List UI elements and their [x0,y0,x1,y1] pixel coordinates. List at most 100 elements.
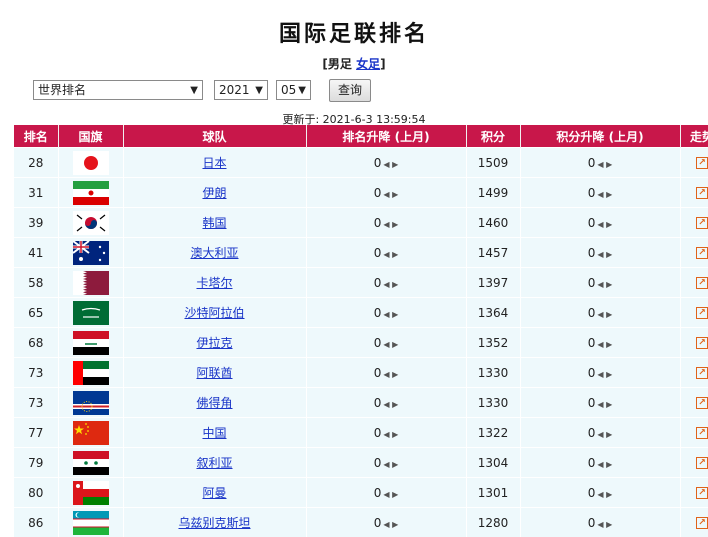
capeverde-flag-icon [73,391,109,415]
table-row: 65沙特阿拉伯0◀ ▶13640◀ ▶↗ [14,298,708,328]
header-points[interactable]: 积分 [466,125,520,148]
rank-cell: 79 [14,448,58,478]
points-cell: 1330 [466,388,520,418]
team-cell: 叙利亚 [123,448,306,478]
points-cell: 1509 [466,148,520,178]
ranking-type-select[interactable]: 世界排名 ▼ [33,80,203,100]
trend-chart-icon[interactable]: ↗ [696,367,708,379]
flag-cell [58,328,123,358]
year-value: 2021 [219,83,250,97]
header-rank-change[interactable]: 排名升降 (上月) [306,125,466,148]
rank-change-cell: 0◀ ▶ [306,178,466,208]
points-cell: 1352 [466,328,520,358]
header-trend: 走势 [680,125,708,148]
points-cell: 1460 [466,208,520,238]
change-arrows-icon: ◀ ▶ [597,190,612,199]
change-arrows-icon: ◀ ▶ [383,310,398,319]
query-button[interactable]: 查询 [329,79,371,102]
team-cell: 韩国 [123,208,306,238]
month-select[interactable]: 05 ▼ [276,80,311,100]
rank-change-cell: 0◀ ▶ [306,358,466,388]
year-select[interactable]: 2021 ▼ [214,80,268,100]
table-row: 31伊朗0◀ ▶14990◀ ▶↗ [14,178,708,208]
points-cell: 1301 [466,478,520,508]
rank-change-cell: 0◀ ▶ [306,298,466,328]
table-row: 28日本0◀ ▶15090◀ ▶↗ [14,148,708,178]
team-link[interactable]: 沙特阿拉伯 [184,306,244,320]
points-change-cell: 0◀ ▶ [520,328,680,358]
trend-chart-icon[interactable]: ↗ [696,247,708,259]
iran-flag-icon [73,181,109,205]
change-arrows-icon: ◀ ▶ [383,370,398,379]
header-rank[interactable]: 排名 [14,125,58,148]
points-change-value: 0 [588,426,596,440]
trend-chart-icon[interactable]: ↗ [696,487,708,499]
flag-cell [58,298,123,328]
team-link[interactable]: 伊朗 [202,186,226,200]
points-change-value: 0 [588,246,596,260]
points-change-cell: 0◀ ▶ [520,148,680,178]
dropdown-arrow-icon: ▼ [190,81,198,100]
team-link[interactable]: 伊拉克 [196,336,232,350]
trend-chart-icon[interactable]: ↗ [696,457,708,469]
rank-change-cell: 0◀ ▶ [306,448,466,478]
trend-cell: ↗ [680,328,708,358]
rank-change-value: 0 [374,186,382,200]
trend-cell: ↗ [680,418,708,448]
trend-cell: ↗ [680,388,708,418]
change-arrows-icon: ◀ ▶ [597,340,612,349]
flag-cell [58,448,123,478]
team-link[interactable]: 澳大利亚 [190,246,238,260]
table-row: 41澳大利亚0◀ ▶14570◀ ▶↗ [14,238,708,268]
team-link[interactable]: 乌兹别克斯坦 [178,516,250,530]
rank-cell: 73 [14,388,58,418]
trend-chart-icon[interactable]: ↗ [696,427,708,439]
points-cell: 1304 [466,448,520,478]
team-link[interactable]: 阿联酋 [196,366,232,380]
team-link[interactable]: 叙利亚 [196,456,232,470]
rank-change-value: 0 [374,486,382,500]
trend-chart-icon[interactable]: ↗ [696,397,708,409]
gender-male-label[interactable]: 男足 [328,57,352,71]
trend-chart-icon[interactable]: ↗ [696,157,708,169]
rank-cell: 31 [14,178,58,208]
trend-chart-icon[interactable]: ↗ [696,187,708,199]
flag-cell [58,148,123,178]
change-arrows-icon: ◀ ▶ [597,430,612,439]
change-arrows-icon: ◀ ▶ [383,340,398,349]
points-change-value: 0 [588,396,596,410]
points-change-cell: 0◀ ▶ [520,448,680,478]
table-row: 39韩国0◀ ▶14600◀ ▶↗ [14,208,708,238]
flag-cell [58,388,123,418]
points-cell: 1397 [466,268,520,298]
trend-chart-icon[interactable]: ↗ [696,277,708,289]
rank-cell: 58 [14,268,58,298]
team-link[interactable]: 卡塔尔 [196,276,232,290]
team-link[interactable]: 佛得角 [196,396,232,410]
trend-chart-icon[interactable]: ↗ [696,307,708,319]
change-arrows-icon: ◀ ▶ [383,490,398,499]
ranking-table: 排名 国旗 球队 排名升降 (上月) 积分 积分升降 (上月) 走势 28日本0… [14,125,708,537]
trend-chart-icon[interactable]: ↗ [696,517,708,529]
rank-cell: 73 [14,358,58,388]
change-arrows-icon: ◀ ▶ [383,520,398,529]
change-arrows-icon: ◀ ▶ [383,400,398,409]
oman-flag-icon [73,481,109,505]
trend-chart-icon[interactable]: ↗ [696,337,708,349]
trend-cell: ↗ [680,478,708,508]
points-change-value: 0 [588,516,596,530]
team-link[interactable]: 韩国 [202,216,226,230]
flag-cell [58,418,123,448]
team-link[interactable]: 阿曼 [202,486,226,500]
team-cell: 伊拉克 [123,328,306,358]
team-link[interactable]: 中国 [202,426,226,440]
trend-chart-icon[interactable]: ↗ [696,217,708,229]
header-points-change[interactable]: 积分升降 (上月) [520,125,680,148]
team-cell: 佛得角 [123,388,306,418]
team-link[interactable]: 日本 [202,156,226,170]
gender-female-link[interactable]: 女足 [356,57,380,71]
header-team[interactable]: 球队 [123,125,306,148]
change-arrows-icon: ◀ ▶ [383,460,398,469]
points-change-value: 0 [588,336,596,350]
australia-flag-icon [73,241,109,265]
